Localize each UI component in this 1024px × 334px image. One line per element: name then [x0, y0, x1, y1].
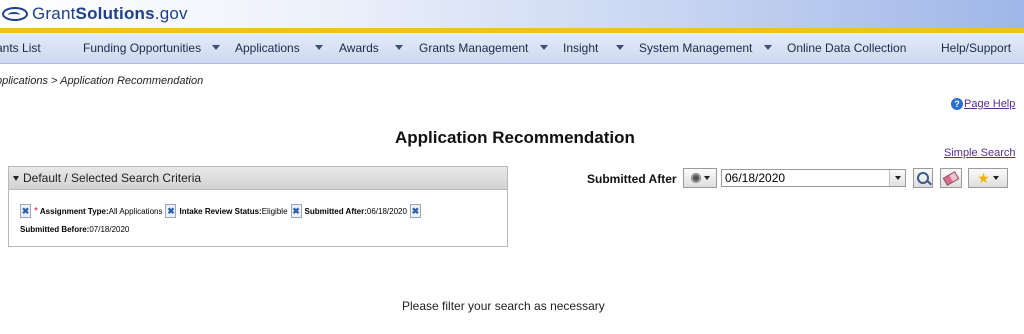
criteria-panel-title: Default / Selected Search Criteria — [23, 171, 202, 185]
remove-criteria-icon[interactable]: ✖ — [409, 204, 421, 218]
submitted-after-label: Submitted After — [587, 172, 677, 186]
filter-message: Please filter your search as necessary — [402, 299, 605, 313]
main-nav: ants List Funding Opportunities Applicat… — [0, 33, 1024, 64]
submitted-after-date-field[interactable] — [721, 169, 906, 187]
operator-gear-icon — [690, 173, 701, 183]
nav-awards[interactable]: Awards — [339, 41, 379, 55]
nav-applications[interactable]: Applications — [235, 41, 300, 55]
search-button[interactable] — [913, 168, 933, 188]
remove-criteria-icon[interactable]: ✖ — [290, 204, 302, 218]
eraser-icon — [942, 170, 960, 186]
remove-criteria-icon[interactable]: ✖ — [20, 204, 31, 218]
required-marker: * — [34, 205, 38, 217]
breadcrumb: pplications > Application Recommendation — [0, 75, 204, 87]
criteria-label: Submitted Before: — [20, 225, 90, 234]
date-dropdown-button[interactable] — [889, 170, 905, 186]
magnifier-icon — [917, 172, 929, 184]
chevron-down-icon — [703, 176, 710, 180]
nav-dropdown-arrow-icon[interactable] — [616, 45, 624, 50]
remove-criteria-icon[interactable]: ✖ — [165, 204, 177, 218]
nav-insight[interactable]: Insight — [563, 41, 598, 55]
criteria-value: Eligible — [261, 206, 288, 216]
nav-dropdown-arrow-icon[interactable] — [540, 45, 548, 50]
chevron-down-icon — [992, 176, 999, 180]
chevron-down-icon — [894, 176, 901, 180]
logo-emblem-icon — [2, 7, 28, 21]
top-banner: GrantSolutions.gov — [0, 0, 1024, 28]
criteria-label: Assignment Type: — [39, 206, 109, 216]
nav-dropdown-arrow-icon[interactable] — [395, 45, 403, 50]
nav-funding-opportunities[interactable]: Funding Opportunities — [83, 41, 201, 55]
criteria-value: All Applications — [108, 206, 163, 216]
page-help-label[interactable]: Page Help — [964, 98, 1015, 110]
criteria-value: 07/18/2020 — [89, 225, 130, 234]
criteria-label: Submitted After: — [304, 206, 367, 216]
nav-dropdown-arrow-icon[interactable] — [212, 45, 220, 50]
clear-button[interactable] — [940, 168, 962, 188]
date-input[interactable] — [722, 170, 882, 186]
criteria-row-2: Submitted Before: 07/18/2020 — [20, 225, 132, 234]
page-title: Application Recommendation — [395, 128, 635, 147]
simple-search-link[interactable]: Simple Search — [944, 147, 1016, 159]
logo-text: GrantSolutions.gov — [32, 4, 188, 23]
nav-system-management[interactable]: System Management — [639, 41, 752, 55]
criteria-label: Intake Review Status: — [179, 206, 262, 216]
nav-help-support[interactable]: Help/Support — [941, 41, 1011, 55]
nav-online-data-collection[interactable]: Online Data Collection — [787, 41, 906, 55]
help-icon: ? — [951, 98, 963, 110]
page-help-link[interactable]: ? Page Help — [951, 98, 1015, 110]
collapse-triangle-icon — [13, 175, 19, 181]
criteria-value: 06/18/2020 — [366, 206, 407, 216]
criteria-row-1: ✖ * Assignment Type: All Applications ✖ … — [20, 204, 424, 218]
nav-dropdown-arrow-icon[interactable] — [764, 45, 772, 50]
grantsolutions-logo[interactable]: GrantSolutions.gov — [2, 3, 188, 25]
star-icon: ★ — [977, 170, 990, 186]
nav-dropdown-arrow-icon[interactable] — [315, 45, 323, 50]
nav-grants-list[interactable]: ants List — [0, 41, 41, 55]
criteria-panel-header[interactable]: Default / Selected Search Criteria — [9, 167, 507, 190]
nav-grants-management[interactable]: Grants Management — [419, 41, 528, 55]
operator-dropdown-button[interactable] — [683, 168, 717, 188]
search-criteria-panel: Default / Selected Search Criteria ✖ * A… — [8, 166, 508, 247]
favorites-button[interactable]: ★ — [968, 168, 1008, 188]
